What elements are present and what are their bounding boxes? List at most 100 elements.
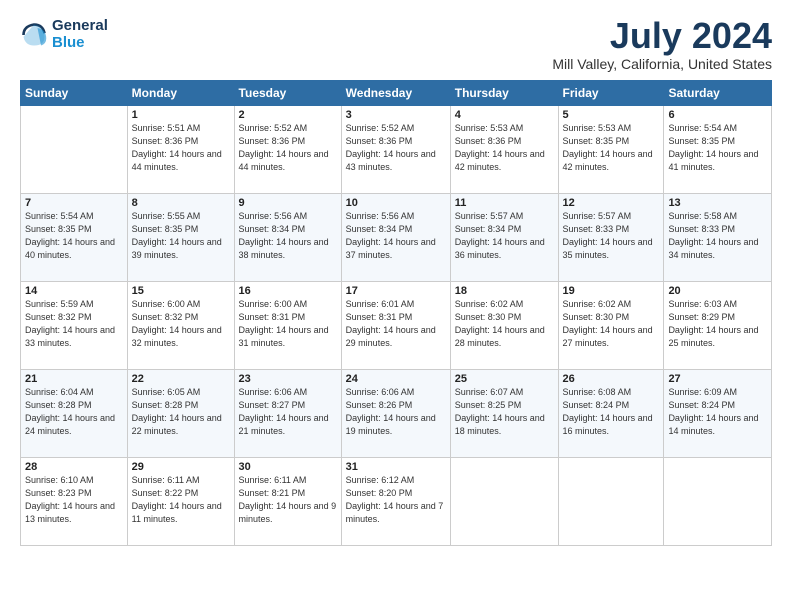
calendar-cell: 20Sunrise: 6:03 AMSunset: 8:29 PMDayligh…	[664, 282, 772, 370]
calendar-cell: 15Sunrise: 6:00 AMSunset: 8:32 PMDayligh…	[127, 282, 234, 370]
day-number: 19	[563, 285, 660, 297]
calendar-cell: 2Sunrise: 5:52 AMSunset: 8:36 PMDaylight…	[234, 106, 341, 194]
day-info: Sunrise: 5:52 AMSunset: 8:36 PMDaylight:…	[239, 122, 337, 174]
title-section: July 2024 Mill Valley, California, Unite…	[552, 18, 772, 72]
day-number: 5	[563, 109, 660, 121]
day-number: 26	[563, 373, 660, 385]
calendar-cell: 16Sunrise: 6:00 AMSunset: 8:31 PMDayligh…	[234, 282, 341, 370]
day-info: Sunrise: 5:57 AMSunset: 8:34 PMDaylight:…	[455, 210, 554, 262]
logo-line2: Blue	[52, 34, 85, 51]
day-info: Sunrise: 6:03 AMSunset: 8:29 PMDaylight:…	[668, 298, 767, 350]
calendar-cell: 27Sunrise: 6:09 AMSunset: 8:24 PMDayligh…	[664, 370, 772, 458]
day-info: Sunrise: 6:04 AMSunset: 8:28 PMDaylight:…	[25, 386, 123, 438]
calendar-day-header: Thursday	[450, 81, 558, 106]
day-info: Sunrise: 6:06 AMSunset: 8:26 PMDaylight:…	[346, 386, 446, 438]
day-number: 17	[346, 285, 446, 297]
day-info: Sunrise: 5:54 AMSunset: 8:35 PMDaylight:…	[668, 122, 767, 174]
calendar-cell: 12Sunrise: 5:57 AMSunset: 8:33 PMDayligh…	[558, 194, 664, 282]
day-number: 11	[455, 197, 554, 209]
calendar-table: SundayMondayTuesdayWednesdayThursdayFrid…	[20, 80, 772, 546]
calendar-week-row: 21Sunrise: 6:04 AMSunset: 8:28 PMDayligh…	[21, 370, 772, 458]
day-number: 4	[455, 109, 554, 121]
calendar-header-row: SundayMondayTuesdayWednesdayThursdayFrid…	[21, 81, 772, 106]
calendar-day-header: Friday	[558, 81, 664, 106]
day-info: Sunrise: 6:06 AMSunset: 8:27 PMDaylight:…	[239, 386, 337, 438]
day-info: Sunrise: 5:56 AMSunset: 8:34 PMDaylight:…	[346, 210, 446, 262]
calendar-week-row: 14Sunrise: 5:59 AMSunset: 8:32 PMDayligh…	[21, 282, 772, 370]
calendar-day-header: Monday	[127, 81, 234, 106]
calendar-cell: 21Sunrise: 6:04 AMSunset: 8:28 PMDayligh…	[21, 370, 128, 458]
day-number: 9	[239, 197, 337, 209]
day-info: Sunrise: 5:51 AMSunset: 8:36 PMDaylight:…	[132, 122, 230, 174]
day-number: 6	[668, 109, 767, 121]
day-number: 15	[132, 285, 230, 297]
calendar-cell	[21, 106, 128, 194]
day-info: Sunrise: 5:52 AMSunset: 8:36 PMDaylight:…	[346, 122, 446, 174]
logo: General Blue	[20, 18, 108, 51]
calendar-day-header: Wednesday	[341, 81, 450, 106]
day-number: 18	[455, 285, 554, 297]
day-number: 12	[563, 197, 660, 209]
calendar-cell: 18Sunrise: 6:02 AMSunset: 8:30 PMDayligh…	[450, 282, 558, 370]
day-info: Sunrise: 6:08 AMSunset: 8:24 PMDaylight:…	[563, 386, 660, 438]
calendar-cell: 13Sunrise: 5:58 AMSunset: 8:33 PMDayligh…	[664, 194, 772, 282]
page: General Blue July 2024 Mill Valley, Cali…	[0, 0, 792, 612]
day-info: Sunrise: 6:12 AMSunset: 8:20 PMDaylight:…	[346, 474, 446, 526]
day-number: 25	[455, 373, 554, 385]
calendar-day-header: Tuesday	[234, 81, 341, 106]
day-number: 16	[239, 285, 337, 297]
day-info: Sunrise: 5:53 AMSunset: 8:36 PMDaylight:…	[455, 122, 554, 174]
calendar-cell: 10Sunrise: 5:56 AMSunset: 8:34 PMDayligh…	[341, 194, 450, 282]
calendar-week-row: 7Sunrise: 5:54 AMSunset: 8:35 PMDaylight…	[21, 194, 772, 282]
day-info: Sunrise: 5:56 AMSunset: 8:34 PMDaylight:…	[239, 210, 337, 262]
day-number: 7	[25, 197, 123, 209]
day-number: 28	[25, 461, 123, 473]
day-info: Sunrise: 6:09 AMSunset: 8:24 PMDaylight:…	[668, 386, 767, 438]
day-info: Sunrise: 6:05 AMSunset: 8:28 PMDaylight:…	[132, 386, 230, 438]
day-info: Sunrise: 5:58 AMSunset: 8:33 PMDaylight:…	[668, 210, 767, 262]
day-number: 14	[25, 285, 123, 297]
calendar-week-row: 1Sunrise: 5:51 AMSunset: 8:36 PMDaylight…	[21, 106, 772, 194]
calendar-cell: 1Sunrise: 5:51 AMSunset: 8:36 PMDaylight…	[127, 106, 234, 194]
day-number: 29	[132, 461, 230, 473]
subtitle: Mill Valley, California, United States	[552, 56, 772, 72]
day-number: 21	[25, 373, 123, 385]
day-number: 2	[239, 109, 337, 121]
calendar-cell: 3Sunrise: 5:52 AMSunset: 8:36 PMDaylight…	[341, 106, 450, 194]
day-number: 1	[132, 109, 230, 121]
calendar-week-row: 28Sunrise: 6:10 AMSunset: 8:23 PMDayligh…	[21, 458, 772, 546]
calendar-cell: 9Sunrise: 5:56 AMSunset: 8:34 PMDaylight…	[234, 194, 341, 282]
day-number: 13	[668, 197, 767, 209]
day-number: 10	[346, 197, 446, 209]
day-info: Sunrise: 6:00 AMSunset: 8:31 PMDaylight:…	[239, 298, 337, 350]
calendar-cell: 25Sunrise: 6:07 AMSunset: 8:25 PMDayligh…	[450, 370, 558, 458]
day-info: Sunrise: 6:10 AMSunset: 8:23 PMDaylight:…	[25, 474, 123, 526]
day-info: Sunrise: 6:02 AMSunset: 8:30 PMDaylight:…	[563, 298, 660, 350]
calendar-cell	[664, 458, 772, 546]
calendar-cell: 8Sunrise: 5:55 AMSunset: 8:35 PMDaylight…	[127, 194, 234, 282]
day-info: Sunrise: 5:53 AMSunset: 8:35 PMDaylight:…	[563, 122, 660, 174]
calendar-cell: 31Sunrise: 6:12 AMSunset: 8:20 PMDayligh…	[341, 458, 450, 546]
day-number: 23	[239, 373, 337, 385]
calendar-cell	[450, 458, 558, 546]
day-number: 30	[239, 461, 337, 473]
day-info: Sunrise: 6:07 AMSunset: 8:25 PMDaylight:…	[455, 386, 554, 438]
day-info: Sunrise: 5:54 AMSunset: 8:35 PMDaylight:…	[25, 210, 123, 262]
calendar-cell: 17Sunrise: 6:01 AMSunset: 8:31 PMDayligh…	[341, 282, 450, 370]
calendar-day-header: Sunday	[21, 81, 128, 106]
logo-text: General Blue	[52, 18, 108, 51]
calendar-cell: 30Sunrise: 6:11 AMSunset: 8:21 PMDayligh…	[234, 458, 341, 546]
day-info: Sunrise: 6:11 AMSunset: 8:21 PMDaylight:…	[239, 474, 337, 526]
calendar-cell: 11Sunrise: 5:57 AMSunset: 8:34 PMDayligh…	[450, 194, 558, 282]
day-number: 20	[668, 285, 767, 297]
calendar-cell: 5Sunrise: 5:53 AMSunset: 8:35 PMDaylight…	[558, 106, 664, 194]
header: General Blue July 2024 Mill Valley, Cali…	[20, 18, 772, 72]
logo-line1: General	[52, 18, 108, 35]
calendar-cell: 6Sunrise: 5:54 AMSunset: 8:35 PMDaylight…	[664, 106, 772, 194]
calendar-cell: 4Sunrise: 5:53 AMSunset: 8:36 PMDaylight…	[450, 106, 558, 194]
calendar-cell: 24Sunrise: 6:06 AMSunset: 8:26 PMDayligh…	[341, 370, 450, 458]
calendar-cell: 28Sunrise: 6:10 AMSunset: 8:23 PMDayligh…	[21, 458, 128, 546]
day-number: 31	[346, 461, 446, 473]
day-info: Sunrise: 6:02 AMSunset: 8:30 PMDaylight:…	[455, 298, 554, 350]
day-info: Sunrise: 6:11 AMSunset: 8:22 PMDaylight:…	[132, 474, 230, 526]
